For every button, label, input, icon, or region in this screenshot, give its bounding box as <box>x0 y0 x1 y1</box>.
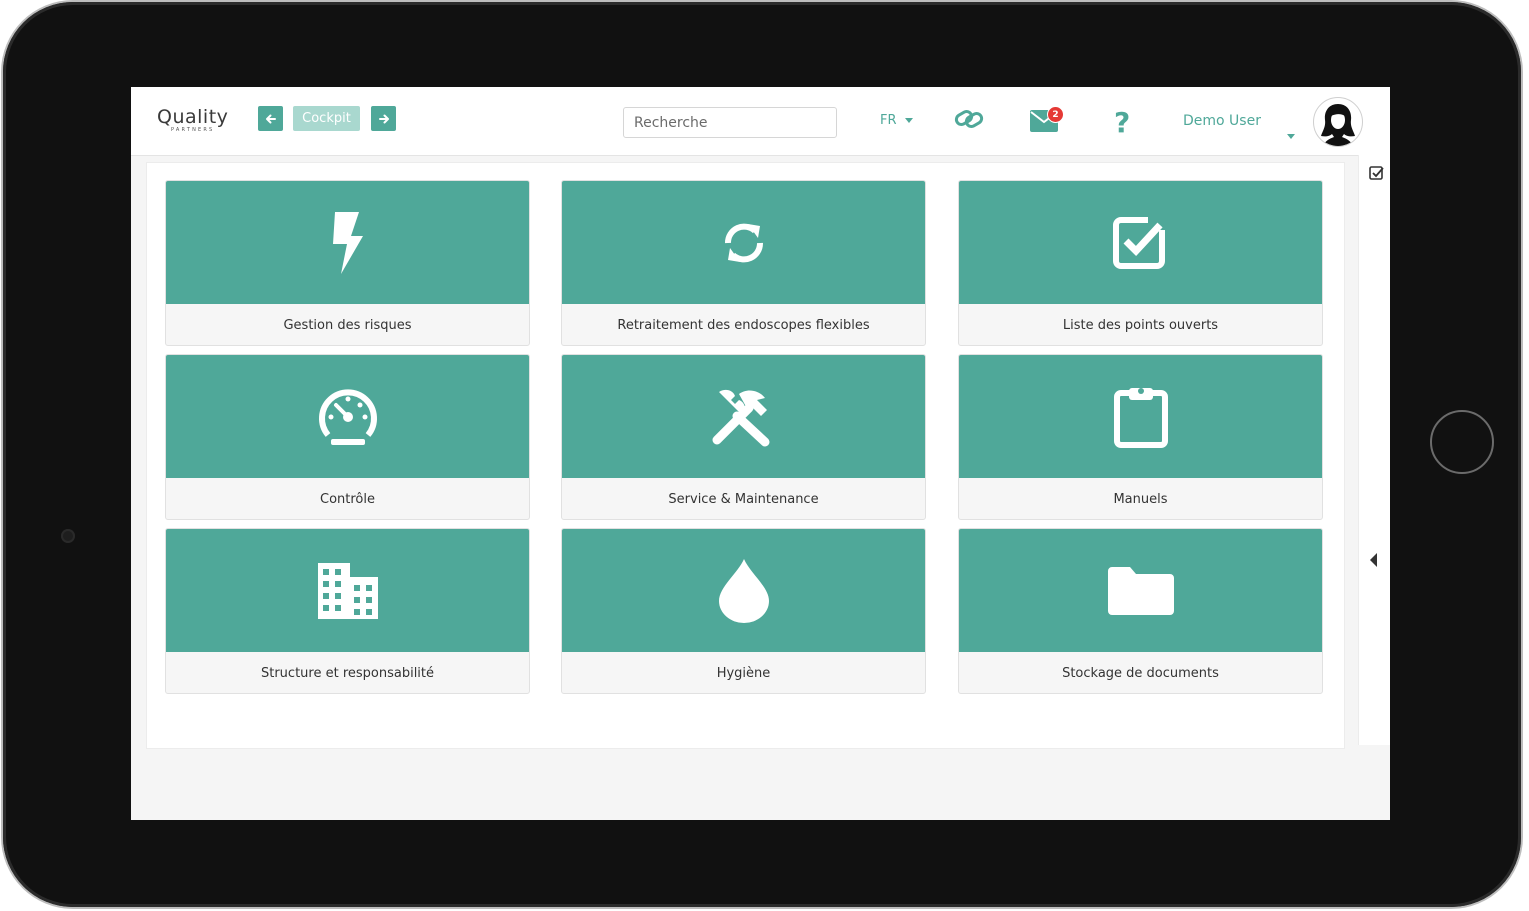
user-menu-chevron[interactable] <box>1287 124 1295 143</box>
checkbox-icon <box>1112 213 1170 269</box>
tile-controle[interactable]: Contrôle <box>165 354 530 520</box>
tile-banner <box>959 355 1322 478</box>
building-icon <box>317 562 378 619</box>
tile-banner <box>959 181 1322 304</box>
tile-retraitement-endoscopes[interactable]: Retraitement des endoscopes flexibles <box>561 180 926 346</box>
logo[interactable]: Quality PARTNERS <box>157 107 228 133</box>
tile-label: Service & Maintenance <box>668 491 819 507</box>
caret-left-icon[interactable] <box>1370 553 1377 567</box>
tile-gestion-des-risques[interactable]: Gestion des risques <box>165 180 530 346</box>
tile-label: Contrôle <box>320 491 375 507</box>
arrow-left-icon <box>265 114 276 123</box>
camera-dot <box>61 529 75 543</box>
tile-banner <box>562 529 925 652</box>
tile-label: Structure et responsabilité <box>260 665 435 681</box>
tile-structure-responsabilite[interactable]: Structure et responsabilité <box>165 528 530 694</box>
tile-service-maintenance[interactable]: Service & Maintenance <box>561 354 926 520</box>
app-screen: Quality PARTNERS Cockpit FR 2 <box>131 87 1390 820</box>
tools-icon <box>712 389 769 446</box>
search-input[interactable] <box>623 107 837 138</box>
tile-banner <box>166 529 529 652</box>
back-button[interactable] <box>258 106 283 131</box>
arrow-right-icon <box>378 114 389 123</box>
drop-icon <box>718 558 769 623</box>
mail-badge: 2 <box>1047 106 1064 123</box>
language-selector[interactable]: FR <box>880 113 913 128</box>
checkbox-small-icon <box>1369 166 1384 180</box>
folder-icon <box>1107 566 1174 615</box>
tile-banner <box>166 355 529 478</box>
tile-banner <box>166 181 529 304</box>
language-label: FR <box>880 113 897 128</box>
tile-label: Gestion des risques <box>283 317 412 333</box>
tile-label: Retraitement des endoscopes flexibles <box>617 317 870 333</box>
tile-label: Hygiène <box>716 665 771 681</box>
tile-banner <box>562 181 925 304</box>
home-button[interactable] <box>1430 410 1494 474</box>
user-name[interactable]: Demo User <box>1183 113 1261 129</box>
tile-stockage-documents[interactable]: Stockage de documents <box>958 528 1323 694</box>
tile-label: Stockage de documents <box>1062 665 1219 681</box>
bolt-icon <box>332 211 363 274</box>
forward-button[interactable] <box>371 106 396 131</box>
tile-label: Manuels <box>1113 491 1168 507</box>
tile-grid: Gestion des risques Retraitement des end… <box>146 162 1345 749</box>
tile-manuels[interactable]: Manuels <box>958 354 1323 520</box>
right-sidebar <box>1358 155 1390 745</box>
logo-text: Quality <box>157 106 229 128</box>
top-header: Quality PARTNERS Cockpit FR 2 <box>131 87 1390 156</box>
user-avatar-icon <box>1321 104 1355 146</box>
tile-banner <box>959 529 1322 652</box>
tile-banner <box>562 355 925 478</box>
help-button[interactable]: ? <box>1114 103 1130 143</box>
link-button[interactable] <box>953 105 985 137</box>
chevron-down-icon <box>1287 134 1295 139</box>
gauge-icon <box>318 388 377 445</box>
tile-label: Liste des points ouverts <box>1062 317 1219 333</box>
sync-icon <box>724 223 763 262</box>
tile-liste-points-ouverts[interactable]: Liste des points ouverts <box>958 180 1323 346</box>
avatar[interactable] <box>1313 97 1363 147</box>
link-icon <box>954 110 984 128</box>
sidebar-check-button[interactable] <box>1369 165 1384 184</box>
tile-hygiene[interactable]: Hygiène <box>561 528 926 694</box>
clipboard-icon <box>1113 387 1168 448</box>
chevron-down-icon <box>904 118 913 123</box>
cockpit-button[interactable]: Cockpit <box>293 106 360 131</box>
